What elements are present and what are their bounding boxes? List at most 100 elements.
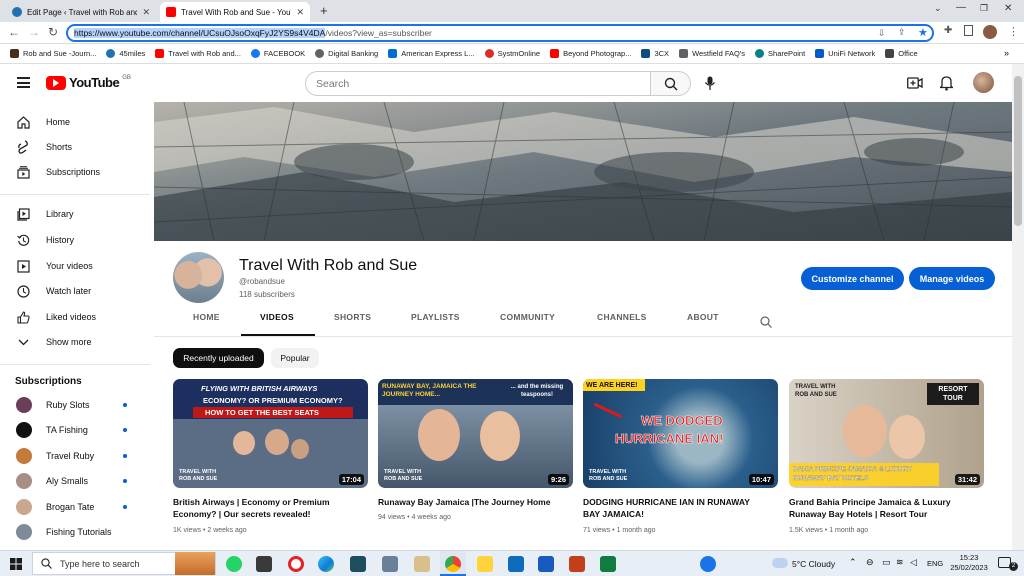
bookmark-star-icon[interactable]: ★: [918, 26, 928, 39]
sidebar-item-your-videos[interactable]: Your videos: [0, 254, 150, 278]
bookmark-sharepoint[interactable]: SharePoint: [755, 49, 805, 58]
app-icon[interactable]: [414, 556, 430, 572]
url-input[interactable]: https://www.youtube.com/channel/UCsuOJso…: [66, 24, 934, 42]
forward-icon[interactable]: →: [28, 25, 40, 39]
hamburger-menu-icon[interactable]: [17, 77, 30, 88]
tab-playlists[interactable]: PLAYLISTS: [411, 312, 460, 322]
tab-community[interactable]: COMMUNITY: [500, 312, 555, 322]
minimize-icon[interactable]: —: [956, 2, 966, 13]
sidebar-item-subscriptions[interactable]: Subscriptions: [0, 160, 150, 184]
browser-tab-edit-page[interactable]: Edit Page ‹ Travel with Rob and S ✕: [6, 2, 156, 22]
sidebar-item-history[interactable]: History: [0, 228, 150, 252]
manage-videos-button[interactable]: Manage videos: [909, 267, 995, 290]
video-title[interactable]: Grand Bahia Principe Jamaica & Luxury Run…: [789, 496, 984, 520]
weather-text[interactable]: 5°C Cloudy: [792, 559, 835, 569]
bookmark-westfield-faqs[interactable]: Westfield FAQ's: [679, 49, 745, 58]
video-title[interactable]: British Airways | Economy or Premium Econ…: [173, 496, 368, 520]
outlook-icon[interactable]: [508, 556, 524, 572]
opera-icon[interactable]: [288, 556, 304, 572]
install-icon[interactable]: ⇩: [878, 28, 886, 39]
subscription-item[interactable]: Travel Ruby: [0, 444, 150, 468]
sidebar-item-library[interactable]: Library: [0, 202, 150, 226]
app-icon[interactable]: [350, 556, 366, 572]
restore-icon[interactable]: ❐: [980, 3, 988, 14]
tab-home[interactable]: HOME: [193, 312, 220, 322]
bookmark-digital-banking[interactable]: Digital Banking: [315, 49, 378, 58]
extensions-icon[interactable]: ✚: [944, 25, 952, 36]
close-window-icon[interactable]: ✕: [1004, 3, 1012, 14]
show-hidden-icons-icon[interactable]: ⌃: [849, 557, 857, 568]
side-panel-icon[interactable]: [964, 25, 973, 36]
bookmark-office[interactable]: Office: [885, 49, 918, 58]
video-thumbnail[interactable]: RUNAWAY BAY, JAMAICA THE JOURNEY HOME...…: [378, 379, 573, 488]
taskbar-search-input[interactable]: Type here to search: [32, 552, 216, 575]
customize-channel-button[interactable]: Customize channel: [801, 267, 904, 290]
youtube-logo[interactable]: YouTube GB: [46, 75, 131, 90]
excel-icon[interactable]: [600, 556, 616, 572]
bookmark-systmonline[interactable]: SystmOnline: [484, 49, 540, 58]
bookmark-3cx[interactable]: 3CX: [641, 49, 669, 58]
share-icon[interactable]: ⇪: [898, 27, 906, 38]
new-tab-icon[interactable]: +: [320, 3, 328, 18]
sidebar-item-shorts[interactable]: Shorts: [0, 135, 150, 159]
help-icon[interactable]: [700, 556, 716, 572]
back-icon[interactable]: ←: [8, 25, 20, 39]
edge-icon[interactable]: [318, 556, 334, 572]
search-input[interactable]: Search: [305, 71, 651, 96]
notifications-bell-icon[interactable]: [940, 75, 953, 91]
sidebar-item-watch-later[interactable]: Watch later: [0, 279, 150, 303]
subscription-item[interactable]: Fishing Tutorials: [0, 520, 150, 544]
video-title[interactable]: Runaway Bay Jamaica |The Journey Home: [378, 496, 573, 508]
close-tab-icon[interactable]: ✕: [142, 7, 150, 18]
sidebar-item-home[interactable]: Home: [0, 110, 150, 134]
word-icon[interactable]: [538, 556, 554, 572]
bookmark-unifi[interactable]: UniFi Network: [815, 49, 875, 58]
bookmark-travel-with-rob[interactable]: Travel with Rob and...: [155, 49, 241, 58]
browser-tab-youtube[interactable]: Travel With Rob and Sue - YouTu ✕: [160, 2, 310, 22]
bookmark-facebook[interactable]: FACEBOOK: [250, 49, 305, 58]
chrome-icon[interactable]: [445, 556, 461, 572]
chip-popular[interactable]: Popular: [271, 348, 319, 368]
app-icon[interactable]: [477, 556, 493, 572]
tab-shorts[interactable]: SHORTS: [334, 312, 371, 322]
create-video-icon[interactable]: [907, 76, 923, 90]
video-thumbnail[interactable]: WE ARE HERE! WE DODGED HURRICANE IAN! TR…: [583, 379, 778, 488]
bookmark-rob-and-sue[interactable]: Rob and Sue -Journ...: [10, 49, 96, 58]
wifi-icon[interactable]: ≋: [896, 557, 904, 568]
search-button[interactable]: [650, 71, 691, 96]
sidebar-item-liked-videos[interactable]: Liked videos: [0, 305, 150, 329]
powerpoint-icon[interactable]: [569, 556, 585, 572]
channel-search-icon[interactable]: [760, 316, 772, 328]
app-icon[interactable]: [256, 556, 272, 572]
tab-about[interactable]: ABOUT: [687, 312, 719, 322]
subscription-item[interactable]: Aly Smalls: [0, 469, 150, 493]
bookmark-beyond-photography[interactable]: Beyond Photograp...: [550, 49, 631, 58]
account-avatar[interactable]: [973, 72, 994, 93]
browser-menu-icon[interactable]: ⋮: [1008, 25, 1019, 38]
video-thumbnail[interactable]: TRAVEL WITH ROB AND SUE RESORT TOUR BAHI…: [789, 379, 984, 488]
subscription-item[interactable]: Brogan Tate: [0, 495, 150, 519]
more-bookmarks-icon[interactable]: »: [1004, 48, 1009, 58]
bookmark-american-express[interactable]: American Express L...: [388, 49, 475, 58]
system-tray-icon[interactable]: ⊖: [866, 557, 874, 568]
sidebar-item-show-more[interactable]: Show more: [0, 330, 150, 354]
network-icon[interactable]: ▭: [882, 557, 891, 568]
chip-recently-uploaded[interactable]: Recently uploaded: [173, 348, 264, 368]
profile-avatar[interactable]: [983, 25, 997, 39]
volume-icon[interactable]: ◁: [910, 557, 917, 568]
tab-search-icon[interactable]: ⌄: [934, 3, 942, 14]
close-tab-icon[interactable]: ✕: [296, 7, 304, 18]
language-indicator[interactable]: ENG: [927, 559, 943, 568]
video-title[interactable]: DODGING HURRICANE IAN IN RUNAWAY BAY JAMA…: [583, 496, 778, 520]
tab-videos[interactable]: VIDEOS: [260, 312, 294, 322]
subscription-item[interactable]: Ruby Slots: [0, 393, 150, 417]
microphone-icon[interactable]: [704, 76, 716, 91]
windows-start-icon[interactable]: [10, 558, 22, 570]
scrollbar-thumb[interactable]: [1014, 76, 1022, 226]
reload-icon[interactable]: ↻: [48, 25, 58, 39]
app-icon[interactable]: [382, 556, 398, 572]
page-scrollbar[interactable]: [1012, 64, 1024, 550]
clock[interactable]: 15:23 25/02/2023: [947, 553, 991, 573]
video-thumbnail[interactable]: FLYING WITH BRITISH AIRWAYS ECONOMY? OR …: [173, 379, 368, 488]
whatsapp-icon[interactable]: [226, 556, 242, 572]
